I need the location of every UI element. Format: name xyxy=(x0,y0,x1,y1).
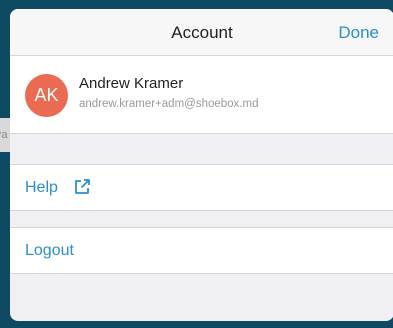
help-link[interactable]: Help xyxy=(25,165,58,210)
modal-navbar: Account Done xyxy=(10,9,393,56)
account-modal: Account Done AK Andrew Kramer andrew.kra… xyxy=(10,9,393,321)
done-button[interactable]: Done xyxy=(338,9,379,56)
avatar: AK xyxy=(25,74,68,117)
modal-title: Account xyxy=(171,23,233,42)
logout-link[interactable]: Logout xyxy=(25,228,74,273)
account-row: AK Andrew Kramer andrew.kramer+adm@shoeb… xyxy=(10,56,393,134)
user-email: andrew.kramer+adm@shoebox.md xyxy=(79,98,259,110)
user-name: Andrew Kramer xyxy=(79,75,184,92)
external-link-icon xyxy=(75,179,90,194)
logout-row[interactable]: Logout xyxy=(10,227,393,274)
help-row[interactable]: Help xyxy=(10,164,393,211)
